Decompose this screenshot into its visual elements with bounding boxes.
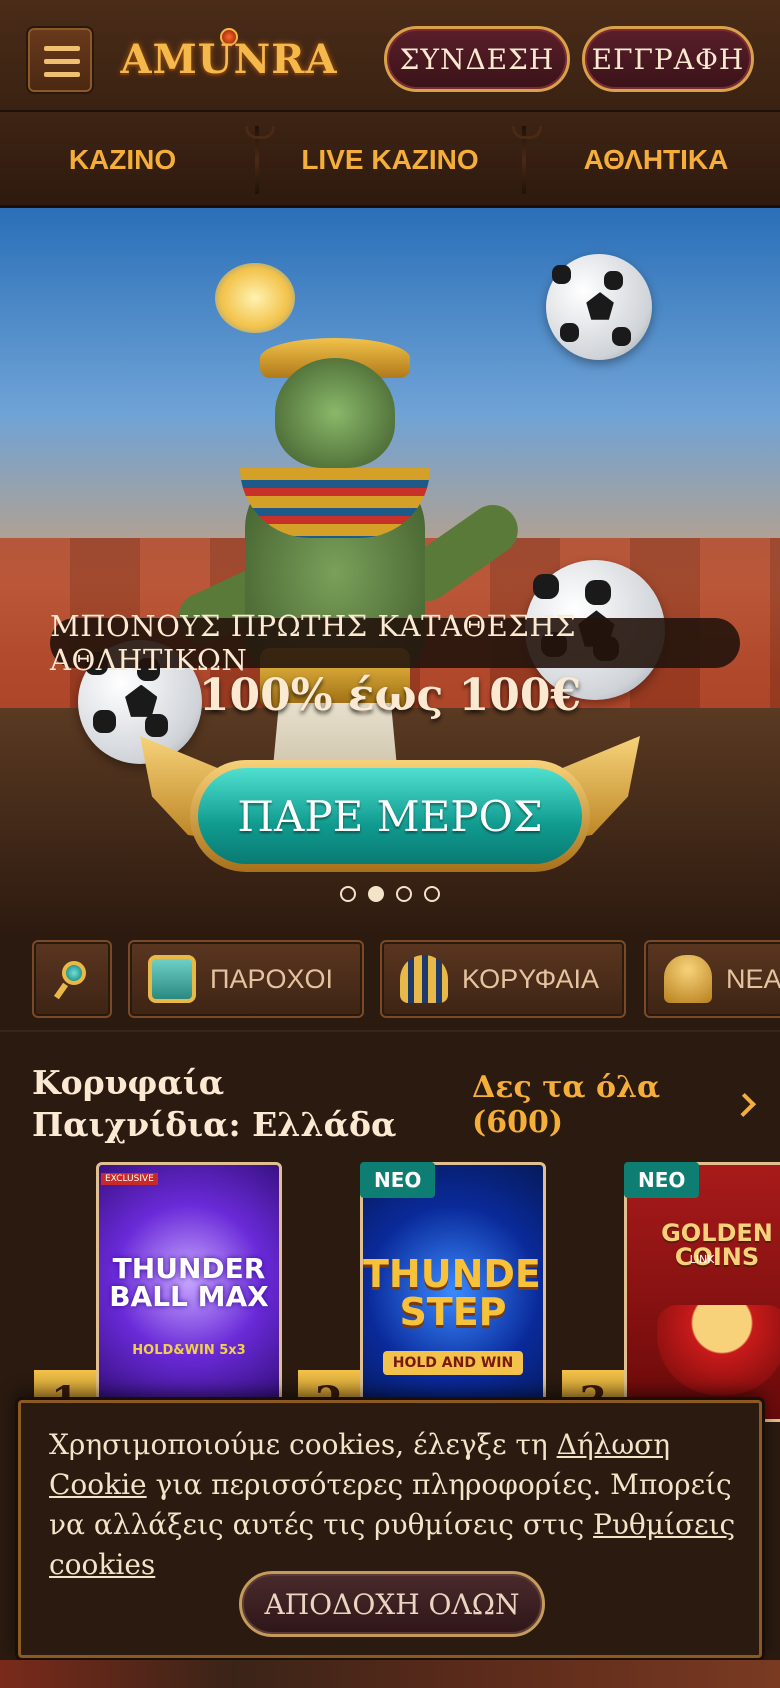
nav-item-casino[interactable]: ΚΑΖΙΝΟ — [0, 112, 245, 208]
promo-title: ΜΠΟΝΟΥΣ ΠΡΩΤΗΣ ΚΑΤΑΘΕΣΗΣ ΑΘΛΗΤΙΚΩΝ — [50, 609, 740, 677]
search-icon — [48, 955, 96, 1003]
search-button[interactable] — [32, 940, 112, 1018]
category-providers[interactable]: ΠΑΡΟΧΟΙ — [128, 940, 364, 1018]
nav-item-sports[interactable]: ΑΘΛΗΤΙΚΑ — [532, 112, 780, 208]
menu-line — [44, 72, 80, 77]
scroll-icon — [148, 955, 196, 1003]
category-new[interactable]: ΝΕΑ — [644, 940, 780, 1018]
see-all-label: Δες τα όλα (600) — [472, 1070, 661, 1140]
accept-all-cookies-button[interactable]: ΑΠΟΔΟΧΗ ΟΛΩΝ — [239, 1571, 545, 1637]
register-button[interactable]: ΕΓΓΡΑΦΗ — [582, 26, 754, 92]
game-subtitle: LINK — [689, 1253, 715, 1266]
main-nav: ΚΑΖΙΝΟ LIVE ΚΑΖΙΝΟ ΑΘΛΗΤΙΚΑ — [0, 112, 780, 208]
cta-frame: ΠΑΡΕ ΜΕΡΟΣ — [190, 760, 590, 872]
game-title: THUNDER STEP — [363, 1252, 543, 1334]
see-all-link[interactable]: Δες τα όλα (600) — [472, 1070, 757, 1140]
carousel-dot[interactable] — [424, 886, 440, 902]
new-badge: ΝΕΟ — [624, 1162, 700, 1198]
section-title: Κορυφαία Παιχνίδια: Ελλάδα — [32, 1063, 397, 1144]
join-cta-button[interactable]: ΠΑΡΕ ΜΕΡΟΣ — [198, 768, 582, 864]
logo-text: AMUNRA — [120, 36, 338, 83]
carousel-dot-active[interactable] — [368, 886, 384, 902]
top-bar: AMUNRA ΣΥΝΔΕΣΗ ΕΓΓΡΑΦΗ — [0, 0, 780, 112]
menu-line — [44, 59, 80, 64]
category-label: ΚΟΡΥΦΑΙΑ — [462, 963, 599, 994]
game-row-preview — [0, 1660, 780, 1688]
pharaoh-icon — [400, 955, 448, 1003]
game-subtitle: HOLD AND WIN — [383, 1351, 523, 1375]
nav-divider — [512, 126, 542, 194]
pot-of-gold-icon — [657, 1305, 780, 1395]
cookie-banner: Χρησιμοποιούμε cookies, έλεγξε τη Δήλωση… — [18, 1400, 762, 1658]
hamburger-menu-button[interactable] — [26, 26, 94, 94]
category-label: ΠΑΡΟΧΟΙ — [210, 963, 334, 994]
category-label: ΝΕΑ — [726, 963, 780, 994]
hero-banner[interactable]: ΜΠΟΝΟΥΣ ΠΡΩΤΗΣ ΚΑΤΑΘΕΣΗΣ ΑΘΛΗΤΙΚΩΝ 100% … — [0, 208, 780, 940]
croc-head — [275, 358, 395, 468]
new-badge: ΝΕΟ — [360, 1162, 436, 1198]
login-button[interactable]: ΣΥΝΔΕΣΗ — [384, 26, 570, 92]
game-card-golden-coins[interactable]: GOLDEN COINS LINK — [624, 1162, 780, 1422]
game-title: THUNDER BALL MAX — [109, 1252, 269, 1313]
bell-icon — [664, 955, 712, 1003]
carousel-dots — [0, 886, 780, 906]
amunra-logo[interactable]: AMUNRA — [120, 28, 338, 90]
nav-divider — [245, 126, 275, 194]
exclusive-badge: EXCLUSIVE — [101, 1173, 158, 1185]
game-card-thunder-step[interactable]: THUNDER STEP HOLD AND WIN — [360, 1162, 546, 1422]
nav-item-live-casino[interactable]: LIVE ΚΑΖΙΝΟ — [265, 112, 515, 208]
carousel-dot[interactable] — [396, 886, 412, 902]
chevron-right-icon — [731, 1092, 757, 1118]
promo-amount: 100% έως 100€ — [198, 670, 582, 721]
category-bar: ΠΑΡΟΧΟΙ ΚΟΡΥΦΑΙΑ ΝΕΑ — [0, 940, 780, 1032]
game-card-thunder-ball-max[interactable]: THUNDER BALL MAX HOLD&WIN 5x3 EXCLUSIVE — [96, 1162, 282, 1422]
game-subtitle: HOLD&WIN 5x3 — [132, 1343, 246, 1358]
soccer-ball-icon — [546, 254, 652, 360]
carousel-dot[interactable] — [340, 886, 356, 902]
cookie-text-part: Χρησιμοποιούμε cookies, έλεγξε τη — [49, 1428, 557, 1461]
menu-line — [44, 46, 80, 51]
category-top[interactable]: ΚΟΡΥΦΑΙΑ — [380, 940, 626, 1018]
cookie-text: Χρησιμοποιούμε cookies, έλεγξε τη Δήλωση… — [49, 1425, 749, 1585]
